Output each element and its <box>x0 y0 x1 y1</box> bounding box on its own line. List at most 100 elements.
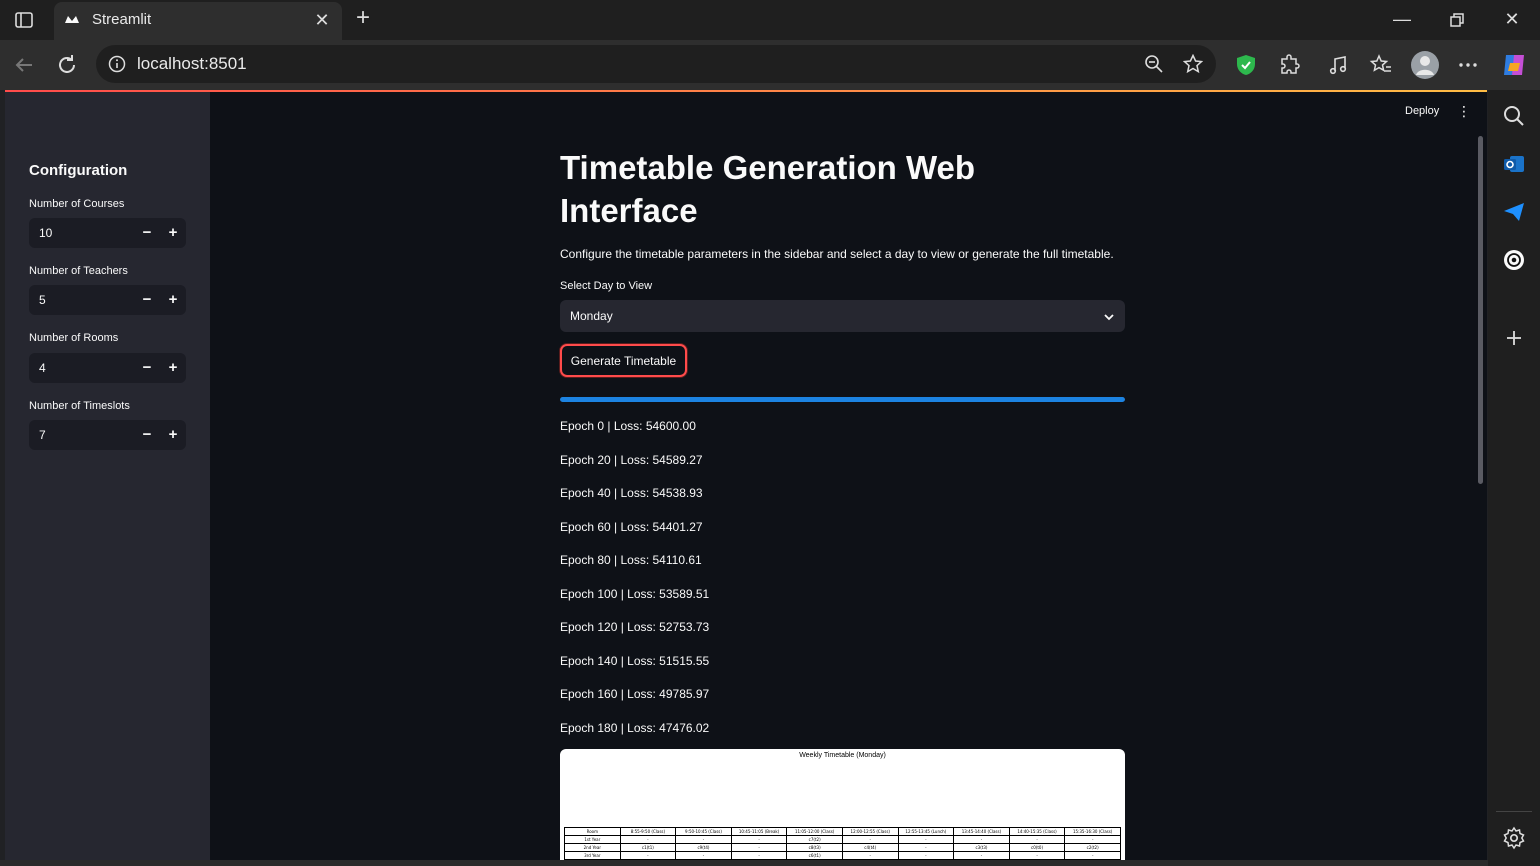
teachers-value[interactable]: 5 <box>39 293 46 307</box>
table-cell: c7(t2) <box>786 835 843 844</box>
table-cell: 2nd Year <box>564 843 621 852</box>
header-decoration <box>5 90 1487 92</box>
courses-label: Number of Courses <box>29 198 125 210</box>
table-cell: 12:00-12:55 (Class) <box>841 827 899 836</box>
timeslots-label: Number of Timeslots <box>29 400 130 412</box>
table-cell: - <box>619 851 677 860</box>
table-row: Room 8:55-9:50 (Class) 9:50-10:45 (Class) 1… <box>564 827 1121 836</box>
table-cell: c8(t3) <box>786 843 843 852</box>
table-cell: - <box>1064 851 1121 860</box>
table-cell: 11:05-12:00 (Class) <box>786 827 843 836</box>
app-menu-icon[interactable]: ⋮ <box>1457 104 1471 120</box>
chatgpt-icon[interactable] <box>1502 248 1526 272</box>
progress-bar-fill <box>560 397 1125 402</box>
minimize-icon[interactable]: — <box>1388 8 1416 32</box>
rooms-label: Number of Rooms <box>29 332 119 344</box>
courses-increment-button[interactable]: + <box>160 218 186 248</box>
deploy-button[interactable]: Deploy <box>1405 105 1439 117</box>
rooms-number-input[interactable]: 4 − + <box>29 353 186 383</box>
close-window-icon[interactable]: ✕ <box>1498 8 1526 32</box>
add-sidebar-app-icon[interactable] <box>1502 326 1526 350</box>
favorite-star-icon[interactable] <box>1182 53 1204 74</box>
table-cell: - <box>1008 835 1066 844</box>
address-bar[interactable]: localhost:8501 <box>96 45 1216 83</box>
table-cell: - <box>897 843 955 852</box>
generate-timetable-button[interactable]: Generate Timetable <box>560 344 687 377</box>
browser-tab[interactable]: Streamlit ✕ <box>54 2 342 40</box>
teachers-decrement-button[interactable]: − <box>134 285 160 315</box>
url-text: localhost:8501 <box>137 54 247 73</box>
table-cell: c3(t3) <box>953 843 1010 852</box>
table-cell: c4(t4) <box>841 843 899 852</box>
outlook-icon[interactable] <box>1502 152 1526 176</box>
zoom-out-icon[interactable] <box>1144 54 1164 74</box>
close-tab-icon[interactable]: ✕ <box>312 10 332 30</box>
favorites-icon[interactable] <box>1369 53 1393 77</box>
scrollbar-thumb[interactable] <box>1478 136 1483 484</box>
more-menu-icon[interactable] <box>1456 53 1480 77</box>
extensions-icon[interactable] <box>1278 53 1302 77</box>
timeslots-number-input[interactable]: 7 − + <box>29 420 186 450</box>
table-cell: 13:45-14:40 (Class) <box>953 827 1010 836</box>
table-cell: 10:45-11:05 (Break) <box>730 827 788 836</box>
courses-decrement-button[interactable]: − <box>134 218 160 248</box>
profile-avatar-icon[interactable] <box>1410 50 1440 80</box>
courses-value[interactable]: 10 <box>39 226 52 240</box>
rooms-value[interactable]: 4 <box>39 361 46 375</box>
log-line: Epoch 100 | Loss: 53589.51 <box>560 586 710 601</box>
teachers-increment-button[interactable]: + <box>160 285 186 315</box>
back-icon[interactable] <box>12 53 36 77</box>
log-line: Epoch 40 | Loss: 54538.93 <box>560 486 703 500</box>
table-cell: - <box>730 835 788 844</box>
timeslots-decrement-button[interactable]: − <box>134 420 160 450</box>
table-row: 2nd Year c1(t1) c9(t4) - c8(t3) c4(t4) - c3(t3)… <box>564 843 1121 852</box>
timetable-title: Weekly Timetable (Monday) <box>799 752 886 759</box>
chevron-down-icon[interactable] <box>1103 310 1115 322</box>
rooms-increment-button[interactable]: + <box>160 353 186 383</box>
table-cell: c2(t2) <box>1064 843 1121 852</box>
page-description: Configure the timetable parameters in th… <box>560 247 1114 261</box>
search-icon[interactable] <box>1502 104 1526 128</box>
courses-number-input[interactable]: 10 − + <box>29 218 186 248</box>
log-line: Epoch 80 | Loss: 54110.61 <box>560 553 702 567</box>
new-tab-icon[interactable]: + <box>352 6 374 30</box>
table-cell: 1st Year <box>564 835 621 844</box>
timeslots-value[interactable]: 7 <box>39 428 46 442</box>
send-icon[interactable] <box>1502 200 1526 224</box>
table-row: 1st Year - - - c7(t2) - - - - - <box>564 835 1121 844</box>
scrollbar[interactable] <box>1476 136 1484 856</box>
table-cell: - <box>730 851 788 860</box>
tab-title: Streamlit <box>92 11 152 28</box>
table-cell: - <box>897 835 955 844</box>
page-title: Timetable Generation Web Interface <box>560 149 976 229</box>
window-bottom-edge <box>0 860 1488 866</box>
table-cell: - <box>675 851 732 860</box>
table-cell: - <box>953 835 1010 844</box>
teachers-number-input[interactable]: 5 − + <box>29 285 186 315</box>
reload-icon[interactable] <box>55 53 79 77</box>
log-line: Epoch 160 | Loss: 49785.97 <box>560 687 710 701</box>
table-cell: - <box>1064 835 1121 844</box>
site-info-icon[interactable] <box>108 55 126 73</box>
timeslots-increment-button[interactable]: + <box>160 420 186 450</box>
day-select-label: Select Day to View <box>560 280 653 292</box>
settings-gear-icon[interactable] <box>1502 826 1526 850</box>
tab-actions-icon[interactable] <box>14 10 34 30</box>
progress-bar <box>560 397 1125 402</box>
browser-titlebar: Streamlit ✕ + — ✕ <box>0 0 1540 40</box>
timetable-table: Room 8:55-9:50 (Class) 9:50-10:45 (Class) 1… <box>564 827 1121 860</box>
table-cell: c6(t1) <box>786 851 843 860</box>
table-cell: - <box>953 851 1010 860</box>
log-line: Epoch 0 | Loss: 54600.00 <box>560 419 696 433</box>
rooms-decrement-button[interactable]: − <box>134 353 160 383</box>
table-cell: Room <box>564 827 621 836</box>
media-control-icon[interactable] <box>1326 53 1350 77</box>
restore-icon[interactable] <box>1443 8 1471 32</box>
table-cell: c9(t4) <box>675 843 732 852</box>
log-line: Epoch 20 | Loss: 54589.27 <box>560 452 703 467</box>
day-select[interactable]: Monday <box>560 300 1125 332</box>
day-select-value[interactable]: Monday <box>570 309 613 323</box>
table-cell: 3rd Year <box>564 851 621 860</box>
copilot-icon[interactable] <box>1500 51 1528 79</box>
shield-extension-icon[interactable] <box>1234 53 1258 77</box>
